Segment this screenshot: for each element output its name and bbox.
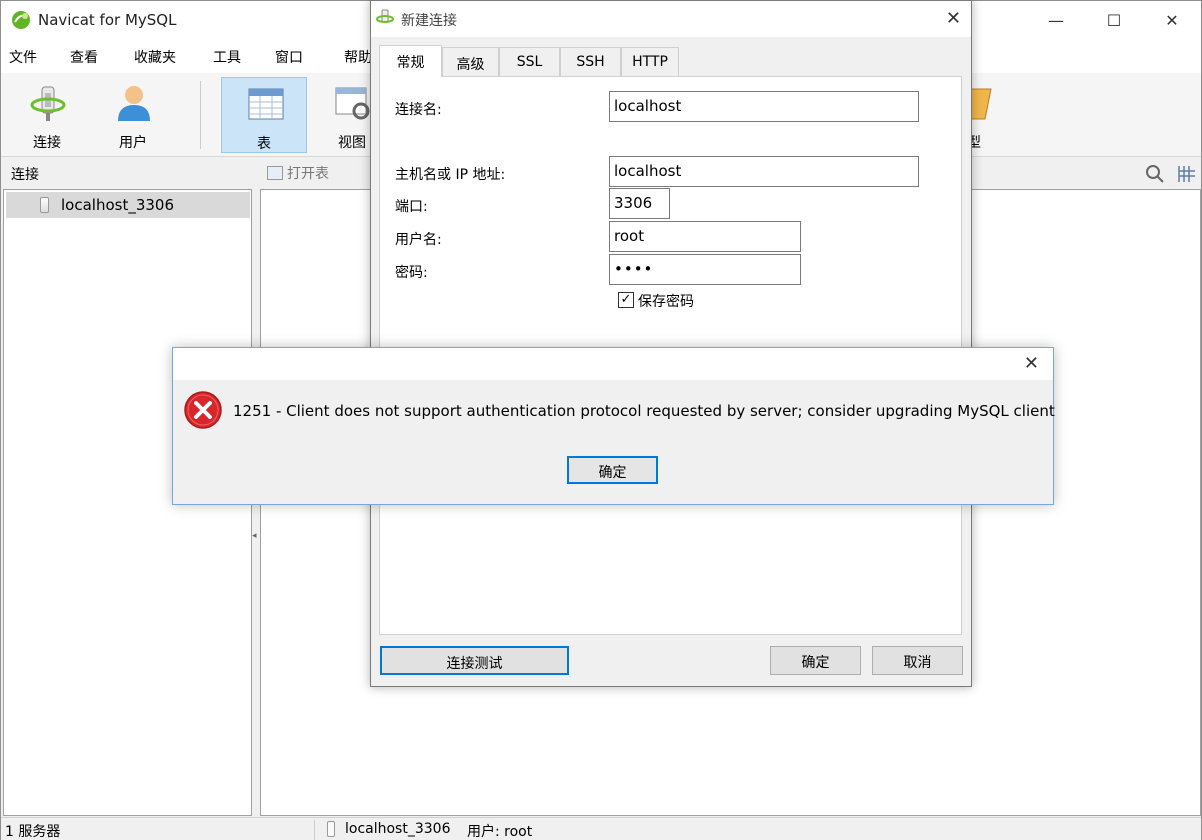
- status-bar: 1 服务器 localhost_3306 用户: root: [1, 817, 1201, 840]
- user-icon: [118, 86, 150, 121]
- server-status-icon: [327, 821, 335, 837]
- close-icon[interactable]: ✕: [1024, 353, 1039, 374]
- save-password-checkbox[interactable]: ✓: [618, 292, 634, 308]
- open-table-icon: [267, 166, 283, 180]
- error-ok-button[interactable]: 确定: [567, 456, 658, 484]
- dialog-title: 新建连接: [401, 13, 457, 29]
- app-title: Navicat for MySQL: [38, 11, 177, 29]
- connection-name-label: 连接名:: [395, 102, 442, 118]
- connection-name-input[interactable]: localhost: [609, 91, 919, 122]
- test-connection-button[interactable]: 连接测试: [380, 646, 569, 675]
- toolbar-label: 连接: [33, 135, 61, 151]
- maximize-button[interactable]: ☐: [1085, 1, 1143, 39]
- table-icon: [248, 88, 284, 120]
- view-icon: [335, 87, 370, 120]
- port-label: 端口:: [395, 199, 428, 215]
- password-label: 密码:: [395, 265, 428, 281]
- dialog-title-bar: 新建连接 ✕: [371, 1, 971, 37]
- pane-splitter[interactable]: ◂: [252, 531, 258, 545]
- new-connection-dialog: 新建连接 ✕ 常规 高级 SSL SSH HTTP 连接名: localhost…: [370, 0, 972, 687]
- save-password-label: 保存密码: [638, 294, 694, 310]
- password-input[interactable]: ••••: [609, 254, 801, 285]
- open-table-button[interactable]: 打开表: [267, 163, 329, 183]
- error-icon: [184, 391, 222, 429]
- username-label: 用户名:: [395, 232, 442, 248]
- open-table-label: 打开表: [287, 166, 329, 182]
- host-input[interactable]: localhost: [609, 156, 919, 187]
- tab-ssl[interactable]: SSL: [499, 47, 560, 77]
- host-label: 主机名或 IP 地址:: [395, 167, 506, 183]
- minimize-button[interactable]: —: [1027, 1, 1085, 39]
- status-connection: localhost_3306: [345, 821, 451, 837]
- username-input[interactable]: root: [609, 221, 801, 252]
- tree-item-label: localhost_3306: [61, 196, 175, 214]
- menu-favorites[interactable]: 收藏夹: [134, 47, 176, 67]
- toolbar-user-button[interactable]: 用户: [90, 77, 176, 153]
- grid-view-icon[interactable]: [1177, 164, 1197, 184]
- menu-file[interactable]: 文件: [9, 47, 37, 67]
- toolbar-connection-button[interactable]: 连接: [4, 77, 90, 153]
- tab-general[interactable]: 常规: [379, 45, 442, 77]
- cancel-button[interactable]: 取消: [872, 646, 963, 675]
- tree-item-localhost[interactable]: localhost_3306: [6, 192, 250, 218]
- toolbar-divider: [200, 81, 201, 149]
- toolbar-table-button[interactable]: 表: [221, 77, 307, 153]
- connection-icon: [30, 86, 66, 121]
- tab-http[interactable]: HTTP: [621, 47, 679, 77]
- menu-window[interactable]: 窗口: [275, 47, 303, 67]
- close-window-button[interactable]: ✕: [1143, 1, 1201, 39]
- toolbar-label: 表: [257, 136, 271, 152]
- toolbar-label: 用户: [119, 135, 147, 151]
- close-icon[interactable]: ✕: [946, 8, 961, 29]
- navicat-logo-icon: [12, 11, 30, 29]
- server-icon: [40, 197, 49, 213]
- connections-header: 连接: [11, 167, 39, 183]
- menu-view[interactable]: 查看: [70, 47, 98, 67]
- port-input[interactable]: 3306: [609, 188, 670, 219]
- error-dialog-title-bar: ✕: [173, 348, 1053, 380]
- ok-button[interactable]: 确定: [770, 646, 861, 675]
- tab-ssh[interactable]: SSH: [560, 47, 621, 77]
- menu-help[interactable]: 帮助: [344, 47, 372, 67]
- tab-advanced[interactable]: 高级: [442, 47, 499, 77]
- server-count: 1 服务器: [5, 824, 61, 840]
- status-user: 用户: root: [467, 824, 533, 840]
- menu-tools[interactable]: 工具: [213, 47, 241, 67]
- search-icon[interactable]: [1145, 164, 1165, 184]
- connection-icon: [376, 9, 394, 23]
- error-dialog: ✕ 1251 - Client does not support authent…: [172, 347, 1055, 505]
- error-message: 1251 - Client does not support authentic…: [233, 402, 1055, 420]
- status-divider: [314, 820, 315, 840]
